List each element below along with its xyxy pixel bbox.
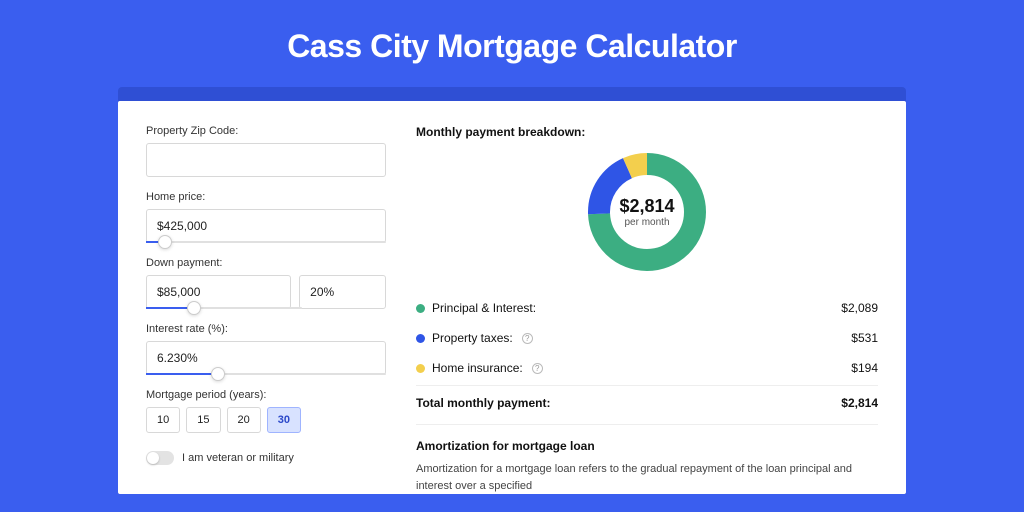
donut-chart-wrap: $2,814 per month xyxy=(416,149,878,275)
down-amount-input[interactable] xyxy=(146,275,291,309)
dot-taxes-icon xyxy=(416,334,425,343)
amortization-title: Amortization for mortgage loan xyxy=(416,439,878,453)
donut-chart: $2,814 per month xyxy=(584,149,710,275)
amortization-text: Amortization for a mortgage loan refers … xyxy=(416,461,878,494)
calculator-card: Property Zip Code: Home price: Down paym… xyxy=(118,101,906,494)
rate-input[interactable] xyxy=(146,341,386,375)
veteran-toggle[interactable] xyxy=(146,451,174,465)
period-30-button[interactable]: 30 xyxy=(267,407,301,433)
info-taxes-icon[interactable]: ? xyxy=(522,333,533,344)
row-total: Total monthly payment: $2,814 xyxy=(416,385,878,418)
info-insurance-icon[interactable]: ? xyxy=(532,363,543,374)
zip-label: Property Zip Code: xyxy=(146,125,386,137)
value-taxes: $531 xyxy=(851,331,878,345)
price-input[interactable] xyxy=(146,209,386,243)
inputs-column: Property Zip Code: Home price: Down paym… xyxy=(146,125,386,494)
breakdown-column: Monthly payment breakdown: $2,814 per mo… xyxy=(416,125,878,494)
value-total: $2,814 xyxy=(841,396,878,410)
period-group: 10 15 20 30 xyxy=(146,407,386,433)
field-zip: Property Zip Code: xyxy=(146,125,386,177)
breakdown-title: Monthly payment breakdown: xyxy=(416,125,878,139)
label-insurance: Home insurance: xyxy=(432,361,523,375)
rate-label: Interest rate (%): xyxy=(146,323,386,335)
row-taxes: Property taxes: ? $531 xyxy=(416,323,878,353)
value-principal: $2,089 xyxy=(841,301,878,315)
field-period: Mortgage period (years): 10 15 20 30 xyxy=(146,389,386,433)
veteran-row: I am veteran or military xyxy=(146,451,386,465)
row-insurance: Home insurance: ? $194 xyxy=(416,353,878,383)
field-price: Home price: xyxy=(146,191,386,243)
dot-principal-icon xyxy=(416,304,425,313)
rate-slider[interactable] xyxy=(146,373,386,375)
period-10-button[interactable]: 10 xyxy=(146,407,180,433)
label-total: Total monthly payment: xyxy=(416,396,550,410)
field-rate: Interest rate (%): xyxy=(146,323,386,375)
price-label: Home price: xyxy=(146,191,386,203)
period-20-button[interactable]: 20 xyxy=(227,407,261,433)
veteran-label: I am veteran or military xyxy=(182,452,294,464)
donut-sub: per month xyxy=(624,217,669,228)
period-15-button[interactable]: 15 xyxy=(186,407,220,433)
field-down: Down payment: xyxy=(146,257,386,309)
period-label: Mortgage period (years): xyxy=(146,389,386,401)
value-insurance: $194 xyxy=(851,361,878,375)
down-pct-input[interactable] xyxy=(299,275,386,309)
donut-center: $2,814 per month xyxy=(584,149,710,275)
down-slider[interactable] xyxy=(146,307,302,309)
card-outer: Property Zip Code: Home price: Down paym… xyxy=(118,87,906,494)
dot-insurance-icon xyxy=(416,364,425,373)
down-label: Down payment: xyxy=(146,257,386,269)
row-principal: Principal & Interest: $2,089 xyxy=(416,293,878,323)
divider xyxy=(416,424,878,425)
page-title: Cass City Mortgage Calculator xyxy=(0,0,1024,87)
label-principal: Principal & Interest: xyxy=(432,301,536,315)
label-taxes: Property taxes: xyxy=(432,331,513,345)
donut-amount: $2,814 xyxy=(619,196,674,217)
price-slider[interactable] xyxy=(146,241,386,243)
zip-input[interactable] xyxy=(146,143,386,177)
